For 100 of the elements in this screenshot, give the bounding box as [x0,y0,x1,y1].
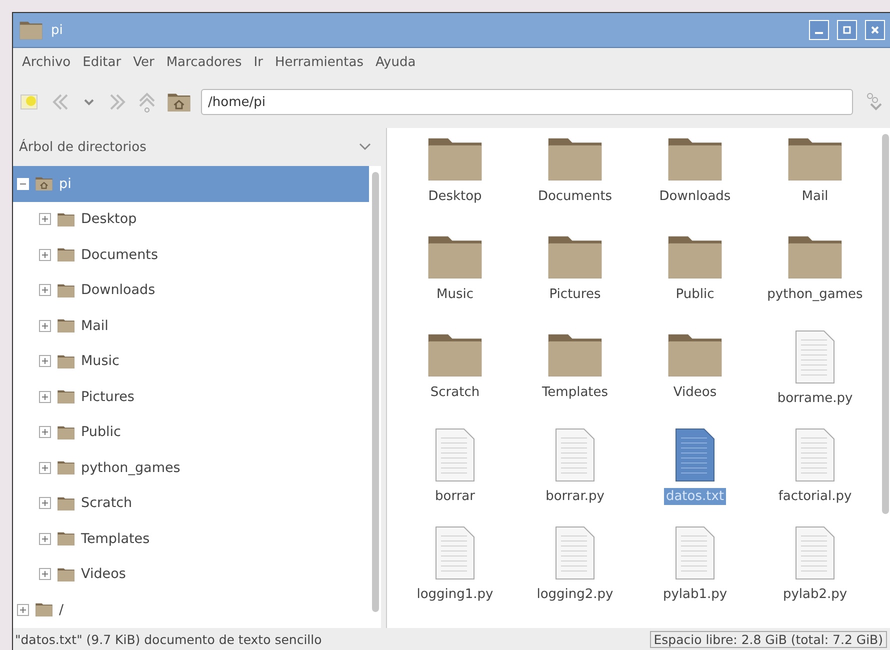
tree-item[interactable]: Downloads [13,272,369,308]
expand-icon[interactable] [17,604,29,616]
expand-icon[interactable] [39,355,51,368]
folder-icon [57,282,75,298]
file-name: pylab2.py [782,586,848,603]
file-name: Scratch [429,384,481,401]
file-name: Videos [672,384,718,401]
expand-icon[interactable] [39,320,51,332]
free-space-text: Espacio libre: 2.8 GiB (total: 7.2 GiB) [650,630,887,648]
file-name: borrar.py [544,488,606,505]
folder-item[interactable]: Music [395,228,515,326]
folder-icon [57,424,75,440]
menu-item[interactable]: Marcadores [161,52,247,72]
expand-icon[interactable] [39,497,51,510]
maximize-button[interactable] [837,20,857,40]
tree-item[interactable]: Desktop [13,202,369,237]
file-name: Public [674,286,716,303]
file-name: borrar [434,488,476,505]
tree-item[interactable]: Scratch [13,486,369,521]
text-file-icon [795,330,835,384]
file-name: Pictures [548,286,602,303]
tree-item[interactable]: Mail [13,308,369,344]
scrollbar-thumb[interactable] [372,172,378,612]
folder-item[interactable]: Videos [635,326,755,424]
expand-icon[interactable] [39,568,51,580]
text-file-icon [555,526,595,580]
minimize-button[interactable] [809,20,829,40]
menu-item[interactable]: Archivo [17,52,76,72]
location-field[interactable]: /home/pi [201,89,853,115]
folder-item[interactable]: Desktop [395,130,515,228]
file-name: python_games [766,286,864,303]
tree-item[interactable]: / [13,592,369,628]
file-name: borrame.py [776,390,854,407]
folder-icon [57,566,75,582]
home-folder-icon [35,176,53,192]
menu-item[interactable]: Ir [248,52,268,72]
folder-item[interactable]: python_games [755,228,875,326]
menu-item[interactable]: Ver [128,52,160,72]
folder-item[interactable]: Pictures [515,228,635,326]
text-file-icon [555,428,595,482]
file-name: logging1.py [416,586,494,603]
tree-item[interactable]: Documents [13,237,369,272]
file-item[interactable]: borrame.py [755,326,875,424]
folder-item[interactable]: Documents [515,130,635,228]
close-icon [871,26,879,34]
folder-icon [35,602,53,618]
expand-icon[interactable] [39,426,51,438]
text-file-icon [795,428,835,482]
expand-icon[interactable] [39,284,51,296]
folder-item[interactable]: Public [635,228,755,326]
collapse-icon[interactable] [17,178,29,190]
file-item[interactable]: borrar.py [515,424,635,522]
tree-item[interactable]: Pictures [13,379,369,414]
menu-item[interactable]: Herramientas [270,52,368,72]
file-item[interactable]: pylab1.py [635,522,755,620]
file-name: logging2.py [536,586,614,603]
folder-item[interactable]: Templates [515,326,635,424]
maximize-icon [843,26,851,34]
tree-item[interactable]: Videos [13,556,369,592]
folder-icon [57,212,75,227]
text-file-icon [675,428,715,482]
file-name: factorial.py [777,488,853,505]
file-item[interactable]: factorial.py [755,424,875,522]
tree-item[interactable]: python_games [13,450,369,486]
menu-item[interactable]: Ayuda [370,52,421,72]
folder-icon [57,389,75,404]
folder-item[interactable]: Mail [755,130,875,228]
file-item[interactable]: logging1.py [395,522,515,620]
folder-item[interactable]: Scratch [395,326,515,424]
text-file-icon [435,428,475,482]
home-button[interactable] [167,92,191,112]
expand-icon[interactable] [39,213,51,226]
file-item[interactable]: logging2.py [515,522,635,620]
expand-icon[interactable] [39,462,51,474]
file-name: datos.txt [664,488,726,505]
tree-item[interactable]: Public [13,414,369,450]
file-item[interactable]: pylab2.py [755,522,875,620]
menu-item[interactable]: Editar [78,52,126,72]
folder-icon [57,531,75,546]
folder-item[interactable]: Downloads [635,130,755,228]
scrollbar-thumb[interactable] [882,134,888,514]
file-name: Mail [800,188,830,205]
chevron-down-icon [359,143,371,151]
tree-item[interactable]: Music [13,344,369,379]
file-name: Downloads [658,188,732,205]
folder-icon [57,318,75,334]
file-name: Documents [536,188,614,205]
expand-icon[interactable] [39,248,51,261]
file-name: Music [436,286,474,303]
expand-icon[interactable] [39,390,51,403]
file-item[interactable]: borrar [395,424,515,522]
expand-icon[interactable] [39,532,51,545]
folder-icon [57,247,75,262]
tree-item[interactable]: Templates [13,521,369,556]
folder-icon [57,354,75,369]
close-button[interactable] [865,20,885,40]
history-dropdown-button[interactable] [83,97,95,107]
text-file-icon [795,526,835,580]
file-name: Templates [540,384,610,401]
status-text: "datos.txt" (9.7 KiB) documento de texto sencillo [15,632,322,646]
